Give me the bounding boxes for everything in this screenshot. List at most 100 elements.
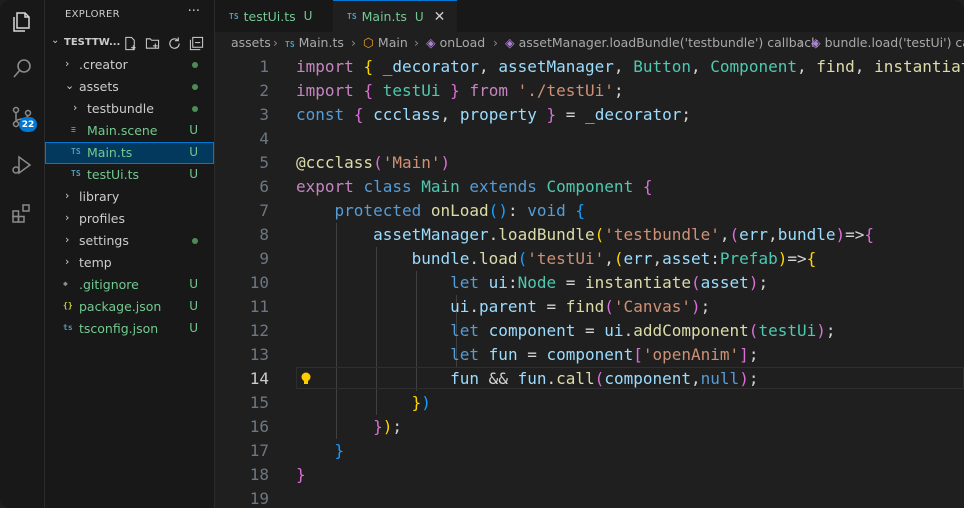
code-text: import { testUi } from './testUi'; [296,81,624,100]
git-file-icon: ◆ [63,279,68,288]
line-number: 4 [259,129,269,148]
explorer-icon[interactable] [8,8,36,36]
code-line[interactable]: 1 import { _decorator, assetManager, Butt… [215,55,964,79]
tree-item[interactable]: › settings [45,230,214,252]
tree-item-label: tsconfig.json [79,321,159,336]
tree-item-label: library [79,189,120,204]
project-header[interactable]: ⌄ TESTTW... [45,32,214,54]
new-folder-icon[interactable] [144,35,161,52]
untracked-badge: U [189,167,198,181]
code-text: import { _decorator, assetManager, Butto… [296,57,964,76]
line-number: 3 [259,105,269,124]
code-line[interactable]: 12 let component = ui.addComponent(testU… [215,319,964,343]
code-line[interactable]: 18} [215,463,964,487]
code-line[interactable]: 6 export class Main extends Component { [215,175,964,199]
editor-tabs: TS testUi.ts U TS Main.ts U ✕ [215,0,964,33]
tree-item[interactable]: ≡ Main.scene U [45,120,214,142]
code-line[interactable]: 17 } [215,439,964,463]
code-line[interactable]: 16 }); [215,415,964,439]
typescript-icon: TS [347,12,357,21]
tab-label: Main.ts [361,9,407,24]
new-file-icon[interactable] [122,35,139,52]
chevron-right-icon: › [273,35,278,50]
activity-bar: 22 [0,0,45,508]
untracked-badge: U [303,9,313,23]
typescript-icon: TS [285,40,295,49]
tree-item-label: package.json [79,299,162,314]
code-text: }); [373,417,402,436]
tree-item[interactable]: TS Main.ts U [45,142,214,164]
more-actions-icon[interactable]: ··· [188,4,200,19]
breadcrumb-class[interactable]: ⬡ Main [363,35,408,50]
chevron-down-icon: ⌄ [65,79,75,92]
tree-item-label: profiles [79,211,125,226]
tab-label: testUi.ts [243,8,296,24]
chevron-down-icon: ⌄ [51,35,60,46]
typescript-icon: TS [229,11,239,21]
tree-item[interactable]: › testbundle [45,98,214,120]
tree-item[interactable]: TS testUi.ts U [45,164,214,186]
tree-item[interactable]: › temp [45,252,214,274]
breadcrumb-callback[interactable]: ◈ assetManager.loadBundle('testbundle') c… [505,35,818,50]
close-icon[interactable]: ✕ [434,9,446,25]
tree-item[interactable]: {} package.json U [45,296,214,318]
code-line[interactable]: 14 fun && fun.call(component,null); [215,367,964,391]
chevron-right-icon: › [65,57,70,70]
code-text: export class Main extends Component { [296,177,653,196]
breadcrumb-file[interactable]: TS Main.ts [285,35,344,50]
line-number: 12 [249,321,269,340]
code-text: let component = ui.addComponent(testUi); [450,321,836,340]
line-number: 19 [249,489,269,508]
chevron-right-icon: › [73,101,78,114]
code-line[interactable]: 4 [215,127,964,151]
code-line[interactable]: 2 import { testUi } from './testUi'; [215,79,964,103]
code-line[interactable]: 19 [215,487,964,508]
search-icon[interactable] [8,55,36,83]
code-text: let ui:Node = instantiate(asset); [450,273,769,292]
code-text: const { ccclass, property } = _decorator… [296,105,692,124]
tree-item[interactable]: ts tsconfig.json U [45,318,214,340]
method-icon: ◈ [505,35,515,50]
code-line[interactable]: 10 let ui:Node = instantiate(asset); [215,271,964,295]
untracked-badge: U [189,321,198,335]
extensions-icon[interactable] [8,199,36,227]
collapse-all-icon[interactable] [188,35,205,52]
code-line[interactable]: 9 bundle.load('testUi',(err,asset:Prefab… [215,247,964,271]
line-number: 2 [259,81,269,100]
ts-file-icon: TS [71,169,81,178]
refresh-icon[interactable] [166,35,183,52]
breadcrumb-callback[interactable]: ◈bundle.load('testUi') callback [811,35,964,50]
tree-item[interactable]: ⌄ assets [45,76,214,98]
breadcrumb-folder[interactable]: assets [231,35,271,50]
code-line[interactable]: 3 const { ccclass, property } = _decorato… [215,103,964,127]
tree-item-label: .gitignore [79,277,139,292]
tree-item[interactable]: › library [45,186,214,208]
code-text: bundle.load('testUi',(err,asset:Prefab)=… [411,249,817,268]
tree-item[interactable]: › .creator [45,54,214,76]
ts-file-icon: TS [71,147,81,156]
tab-testui[interactable]: TS testUi.ts U [215,0,331,32]
method-icon: ◈ [426,35,436,50]
run-debug-icon[interactable] [8,151,36,179]
untracked-badge: U [189,299,198,313]
code-text: fun && fun.call(component,null); [450,369,759,388]
code-line[interactable]: 15 }) [215,391,964,415]
tab-main[interactable]: TS Main.ts U ✕ [333,0,457,32]
tree-item[interactable]: ◆ .gitignore U [45,274,214,296]
method-icon: ◈ [811,35,821,50]
tree-item-label: testUi.ts [87,167,140,182]
code-line[interactable]: 8 assetManager.loadBundle('testbundle',(… [215,223,964,247]
tree-item[interactable]: › profiles [45,208,214,230]
line-number: 15 [249,393,269,412]
code-line[interactable]: 13 let fun = component['openAnim']; [215,343,964,367]
explorer-title: EXPLORER [65,9,120,20]
breadcrumb: assets › TS Main.ts › ⬡ Main › ◈ onLoad › ◈… [215,32,964,54]
chevron-right-icon: › [65,255,70,268]
code-editor[interactable]: 1 import { _decorator, assetManager, Butt… [215,54,964,508]
code-line[interactable]: 11 ui.parent = find('Canvas'); [215,295,964,319]
code-line[interactable]: 7 protected onLoad(): void { [215,199,964,223]
breadcrumb-method[interactable]: ◈ onLoad [426,35,485,50]
line-number: 13 [249,345,269,364]
code-line[interactable]: 5 @ccclass('Main') [215,151,964,175]
chevron-right-icon: › [799,35,804,50]
